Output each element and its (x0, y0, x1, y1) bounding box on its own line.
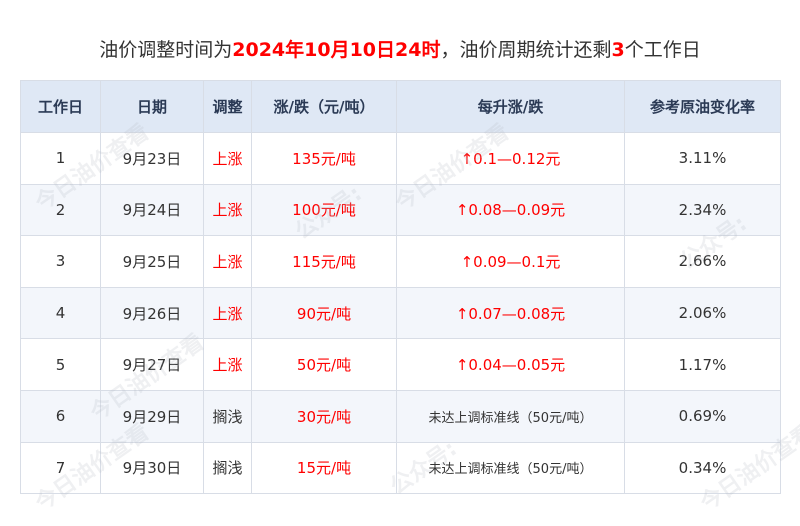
table-row: 4 9月26日 上涨 90元/吨 ↑0.07—0.08元 2.06% (20, 286, 781, 340)
oil-price-table: 工作日 日期 调整 涨/跌（元/吨） 每升涨/跌 参考原油变化率 1 9月23日… (20, 80, 781, 495)
cell-liter: ↑0.1—0.12元 (396, 132, 625, 185)
cell-ton: 115元/吨 (251, 235, 397, 288)
title-middle: ，油价周期统计还剩 (440, 39, 612, 61)
title-prefix: 油价调整时间为 (99, 39, 233, 61)
cell-day: 6 (20, 389, 101, 443)
cell-adjust: 上涨 (203, 183, 252, 237)
cell-rate: 2.66% (624, 235, 781, 288)
cell-liter: ↑0.04—0.05元 (396, 338, 625, 391)
header-crude-rate: 参考原油变化率 (624, 80, 781, 133)
table-row: 1 9月23日 上涨 135元/吨 ↑0.1—0.12元 3.11% (20, 132, 781, 185)
cell-liter: ↑0.07—0.08元 (396, 286, 625, 340)
cell-rate: 0.69% (624, 389, 781, 443)
title-suffix: 个工作日 (624, 39, 701, 61)
header-workday: 工作日 (20, 80, 101, 133)
cell-date: 9月29日 (100, 389, 204, 443)
cell-rate: 1.17% (624, 338, 781, 391)
oil-price-table-container: 工作日 日期 调整 涨/跌（元/吨） 每升涨/跌 参考原油变化率 1 9月23日… (20, 80, 781, 495)
cell-ton: 30元/吨 (251, 389, 397, 443)
header-adjust: 调整 (203, 80, 252, 133)
adjust-time-highlight: 2024年10月10日24时 (232, 39, 441, 61)
cell-ton: 15元/吨 (251, 441, 397, 495)
cell-adjust: 上涨 (203, 132, 252, 185)
cell-date: 9月30日 (100, 441, 204, 495)
cell-ton: 100元/吨 (251, 183, 397, 237)
header-per-ton: 涨/跌（元/吨） (251, 80, 397, 133)
cell-rate: 2.34% (624, 183, 781, 237)
cell-ton: 135元/吨 (251, 132, 397, 185)
cell-rate: 0.34% (624, 441, 781, 495)
cell-day: 4 (20, 286, 101, 340)
cell-date: 9月26日 (100, 286, 204, 340)
header-date: 日期 (100, 80, 204, 133)
cell-liter: ↑0.09—0.1元 (396, 235, 625, 288)
cell-date: 9月27日 (100, 338, 204, 391)
table-row: 7 9月30日 搁浅 15元/吨 未达上调标准线（50元/吨） 0.34% (20, 441, 781, 495)
cell-liter: 未达上调标准线（50元/吨） (396, 441, 625, 495)
cell-adjust: 上涨 (203, 286, 252, 340)
cell-adjust: 搁浅 (203, 389, 252, 443)
cell-rate: 2.06% (624, 286, 781, 340)
cell-date: 9月24日 (100, 183, 204, 237)
cell-adjust: 上涨 (203, 235, 252, 288)
cell-day: 3 (20, 235, 101, 288)
cell-day: 7 (20, 441, 101, 495)
cell-adjust: 搁浅 (203, 441, 252, 495)
cell-date: 9月25日 (100, 235, 204, 288)
cell-rate: 3.11% (624, 132, 781, 185)
cell-day: 2 (20, 183, 101, 237)
table-row: 5 9月27日 上涨 50元/吨 ↑0.04—0.05元 1.17% (20, 338, 781, 391)
cell-ton: 90元/吨 (251, 286, 397, 340)
cell-liter: 未达上调标准线（50元/吨） (396, 389, 625, 443)
table-row: 2 9月24日 上涨 100元/吨 ↑0.08—0.09元 2.34% (20, 183, 781, 237)
cell-day: 5 (20, 338, 101, 391)
page-title: 油价调整时间为2024年10月10日24时，油价周期统计还剩3个工作日 (0, 36, 800, 64)
header-per-liter: 每升涨/跌 (396, 80, 625, 133)
cell-ton: 50元/吨 (251, 338, 397, 391)
cell-adjust: 上涨 (203, 338, 252, 391)
table-header-row: 工作日 日期 调整 涨/跌（元/吨） 每升涨/跌 参考原油变化率 (20, 80, 781, 133)
remaining-days-highlight: 3 (611, 39, 625, 61)
cell-day: 1 (20, 132, 101, 185)
table-row: 3 9月25日 上涨 115元/吨 ↑0.09—0.1元 2.66% (20, 235, 781, 288)
cell-liter: ↑0.08—0.09元 (396, 183, 625, 237)
cell-date: 9月23日 (100, 132, 204, 185)
table-row: 6 9月29日 搁浅 30元/吨 未达上调标准线（50元/吨） 0.69% (20, 389, 781, 443)
